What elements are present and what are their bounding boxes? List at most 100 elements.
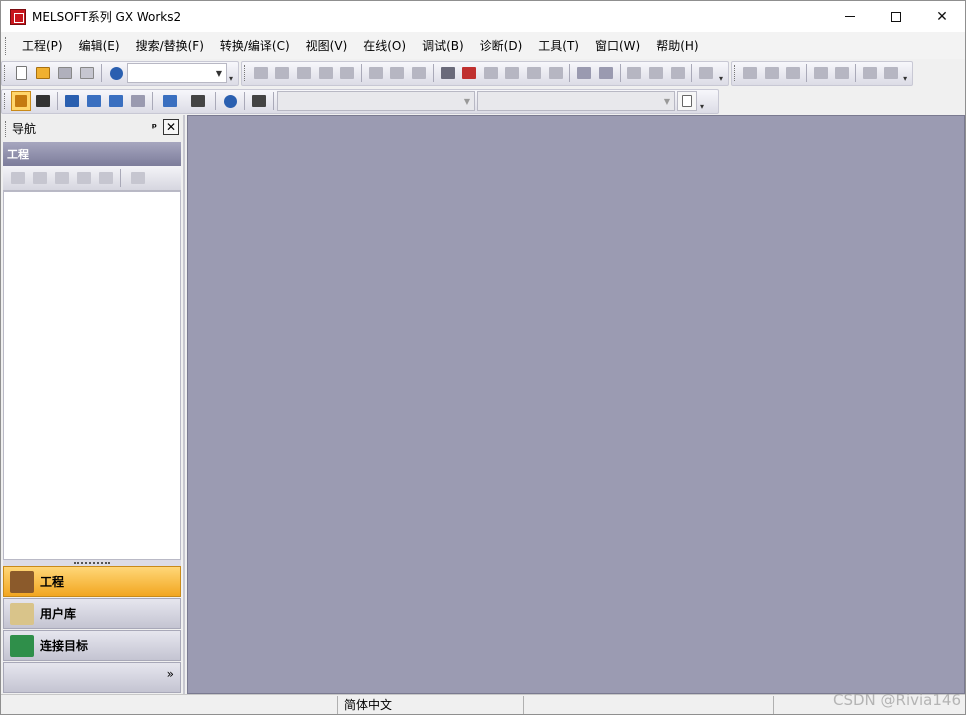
comment-button[interactable] (625, 63, 645, 83)
status-bar: 简体中文 CSDN @Rivia146 (1, 691, 965, 714)
menu-edit[interactable]: 编辑(E) (71, 37, 128, 54)
help-topics-button[interactable] (220, 91, 240, 111)
dev-monitor-button[interactable] (128, 91, 148, 111)
toolbar-overflow-button[interactable]: ▾ (227, 61, 235, 86)
ladder-coil-button[interactable] (783, 63, 802, 83)
open-project-button[interactable] (33, 63, 53, 83)
chevron-down-icon[interactable]: ▼ (460, 92, 474, 110)
search-instruction-button[interactable] (503, 63, 523, 83)
toolbar-separator (215, 92, 216, 110)
search-device-icon (483, 67, 498, 79)
statement-button[interactable] (646, 63, 666, 83)
verify-button[interactable] (409, 63, 429, 83)
search-device-button[interactable] (481, 63, 501, 83)
dev-icon (577, 67, 592, 79)
close-button[interactable]: ✕ (919, 1, 965, 32)
sfc-button[interactable] (860, 63, 879, 83)
paste-data-button[interactable] (52, 168, 72, 188)
property-button[interactable] (74, 168, 94, 188)
output-window-button[interactable] (62, 91, 82, 111)
chevron-down-icon[interactable]: ▼ (212, 64, 226, 82)
navigation-title: 导航 (12, 122, 37, 136)
minimize-button[interactable] (827, 1, 873, 32)
toolbar-overflow-button[interactable]: ▾ (717, 61, 725, 86)
dev-write-button[interactable] (106, 91, 126, 111)
ladder-contact-button[interactable] (741, 63, 760, 83)
menu-project[interactable]: 工程(P) (14, 37, 71, 54)
toolbar-grip[interactable] (4, 65, 7, 81)
project-tree[interactable] (3, 191, 181, 560)
write-button[interactable] (388, 63, 408, 83)
monitor-icon (440, 67, 455, 79)
maximize-button[interactable] (873, 1, 919, 32)
pin-icon[interactable]: ᵖ (152, 121, 157, 134)
toolbar-separator (101, 64, 102, 82)
menu-view[interactable]: 视图(V) (298, 37, 356, 54)
save-project-button[interactable] (55, 63, 75, 83)
copy-button[interactable] (273, 63, 293, 83)
pane-grip[interactable] (5, 120, 8, 137)
sfc-transition-button[interactable] (881, 63, 900, 83)
ladder-function-button[interactable] (811, 63, 830, 83)
parts-selection-button[interactable] (33, 91, 53, 111)
program-selector-combo[interactable]: ▼ (277, 91, 475, 111)
open-folder-icon (36, 67, 50, 79)
dev-read-button[interactable] (84, 91, 104, 111)
menu-compile[interactable]: 转换/编译(C) (212, 37, 298, 54)
cross-reference-button[interactable] (546, 63, 566, 83)
menu-diagnostics[interactable]: 诊断(D) (472, 37, 531, 54)
cut-button[interactable] (251, 63, 271, 83)
sort-button[interactable] (125, 168, 151, 188)
dev-watch-button[interactable] (157, 91, 183, 111)
toolbar-combo[interactable]: ▼ (127, 63, 227, 83)
menu-debug[interactable]: 调试(B) (414, 37, 472, 54)
toolbar-overflow-button[interactable]: ▾ (698, 89, 706, 114)
close-pane-button[interactable]: ✕ (163, 119, 179, 135)
new-data-button[interactable] (8, 168, 28, 188)
replace-button[interactable] (524, 63, 544, 83)
more-tabs-button[interactable]: » (167, 668, 174, 680)
menu-grip[interactable] (5, 36, 8, 55)
nav-tab-project[interactable]: 工程 (3, 566, 181, 597)
help-button[interactable] (106, 63, 126, 83)
ladder-line-button[interactable] (832, 63, 851, 83)
device-list-button[interactable] (574, 63, 594, 83)
ladder-branch-button[interactable] (762, 63, 781, 83)
undo-button[interactable] (316, 63, 336, 83)
new-project-button[interactable] (11, 63, 31, 83)
transfer-button[interactable] (459, 63, 479, 83)
paste-button[interactable] (294, 63, 314, 83)
display-mode-button[interactable] (696, 63, 716, 83)
zoom-button[interactable] (677, 91, 697, 111)
search-options-button[interactable] (185, 91, 211, 111)
refresh-button[interactable] (96, 168, 116, 188)
navigation-header: 导航 ᵖ ✕ (1, 115, 183, 142)
chevron-down-icon[interactable]: ▼ (660, 92, 674, 110)
menu-online[interactable]: 在线(O) (355, 37, 414, 54)
monitor-button[interactable] (438, 63, 458, 83)
window-controls: ✕ (827, 1, 965, 32)
menu-find-replace[interactable]: 搜索/替换(F) (128, 37, 212, 54)
search-option-icon (191, 95, 205, 107)
toolbar-grip[interactable] (4, 93, 7, 109)
project-icon (10, 570, 34, 593)
toolbar-overflow-button[interactable]: ▾ (901, 61, 909, 86)
device-batch-button[interactable] (596, 63, 616, 83)
print-button[interactable] (77, 63, 97, 83)
nav-tab-connection-destination[interactable]: 连接目标 (3, 630, 181, 661)
note-button[interactable] (668, 63, 688, 83)
find-button[interactable] (249, 91, 269, 111)
menu-help[interactable]: 帮助(H) (648, 37, 706, 54)
redo-button[interactable] (337, 63, 357, 83)
menu-window[interactable]: 窗口(W) (587, 37, 648, 54)
toolbar-grip[interactable] (244, 65, 247, 81)
toolbar-grip[interactable] (734, 65, 737, 81)
block-selector-combo[interactable]: ▼ (477, 91, 675, 111)
workspace-area[interactable] (187, 115, 965, 694)
read-button[interactable] (366, 63, 386, 83)
navigation-toggle-button[interactable] (11, 91, 31, 111)
copy-data-button[interactable] (30, 168, 50, 188)
nav-tab-label: 用户库 (40, 607, 77, 621)
menu-tool[interactable]: 工具(T) (530, 37, 587, 54)
nav-tab-user-library[interactable]: 用户库 (3, 598, 181, 629)
